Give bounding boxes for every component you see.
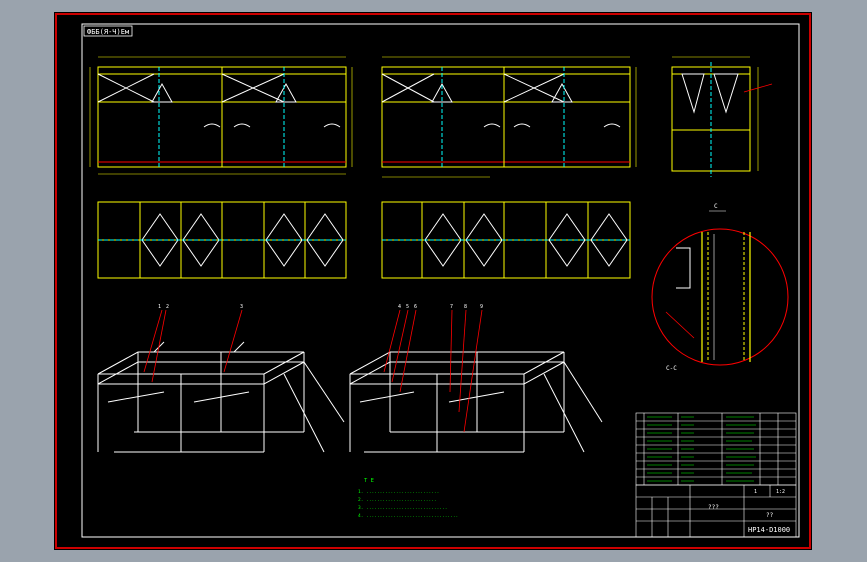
sheet-label: 1 (754, 489, 757, 495)
balloons-right: 4 5 6 7 8 9 (398, 304, 483, 310)
balloon-4: 4 (398, 304, 401, 310)
notes-heading: Т Е (364, 478, 374, 484)
front-view-left (89, 56, 353, 175)
balloon-1: 1 (158, 304, 161, 310)
balloon-7: 7 (450, 304, 453, 310)
detail-label: C-C (666, 365, 677, 372)
side-view (671, 56, 773, 177)
balloons-left: 1 2 3 (158, 304, 243, 310)
parts-list-fill (647, 416, 756, 482)
note-2: 2. .......................... (358, 497, 437, 503)
note-3: 3. .............................. (358, 505, 447, 511)
scale-label: 1:2 (776, 489, 785, 495)
isometric-view-right (349, 351, 603, 453)
note-1: 1. ........................... (358, 489, 439, 495)
plan-view-left (97, 201, 347, 279)
detail-view: C C-C (651, 203, 789, 372)
title-tag-text: ФББ(Я-Ч)Ем (87, 28, 130, 36)
cad-drawing: ФББ(Я-Ч)Ем C C-C 1 2 3 4 5 6 7 8 9 Т Е 1… (55, 13, 811, 549)
balloon-9: 9 (480, 304, 483, 310)
detail-ref: C (714, 203, 718, 210)
balloon-2: 2 (166, 304, 169, 310)
leaders-left (143, 309, 243, 383)
note-4: 4. .................................. (358, 513, 458, 519)
drawing-frame (81, 23, 800, 538)
balloon-3: 3 (240, 304, 243, 310)
balloon-8: 8 (464, 304, 467, 310)
technical-notes: Т Е 1. ........................... 2. ..… (358, 478, 458, 519)
balloon-6: 6 (414, 304, 417, 310)
title-tag: ФББ(Я-Ч)Ем (83, 25, 133, 37)
balloon-5: 5 (406, 304, 409, 310)
sheet-border (55, 13, 811, 549)
subtitle-label: ?? (766, 512, 774, 519)
plan-view-right (381, 201, 631, 279)
leaders-right (383, 309, 483, 433)
isometric-view-left (97, 341, 345, 453)
title-block-text: ??? ?? 1:2 1 HP14-D1000 (708, 489, 790, 534)
drawing-number: HP14-D1000 (748, 526, 790, 534)
title-label: ??? (708, 504, 719, 511)
front-view-right (381, 56, 637, 178)
drawing-sheet: ФББ(Я-Ч)Ем C C-C 1 2 3 4 5 6 7 8 9 Т Е 1… (54, 12, 812, 550)
